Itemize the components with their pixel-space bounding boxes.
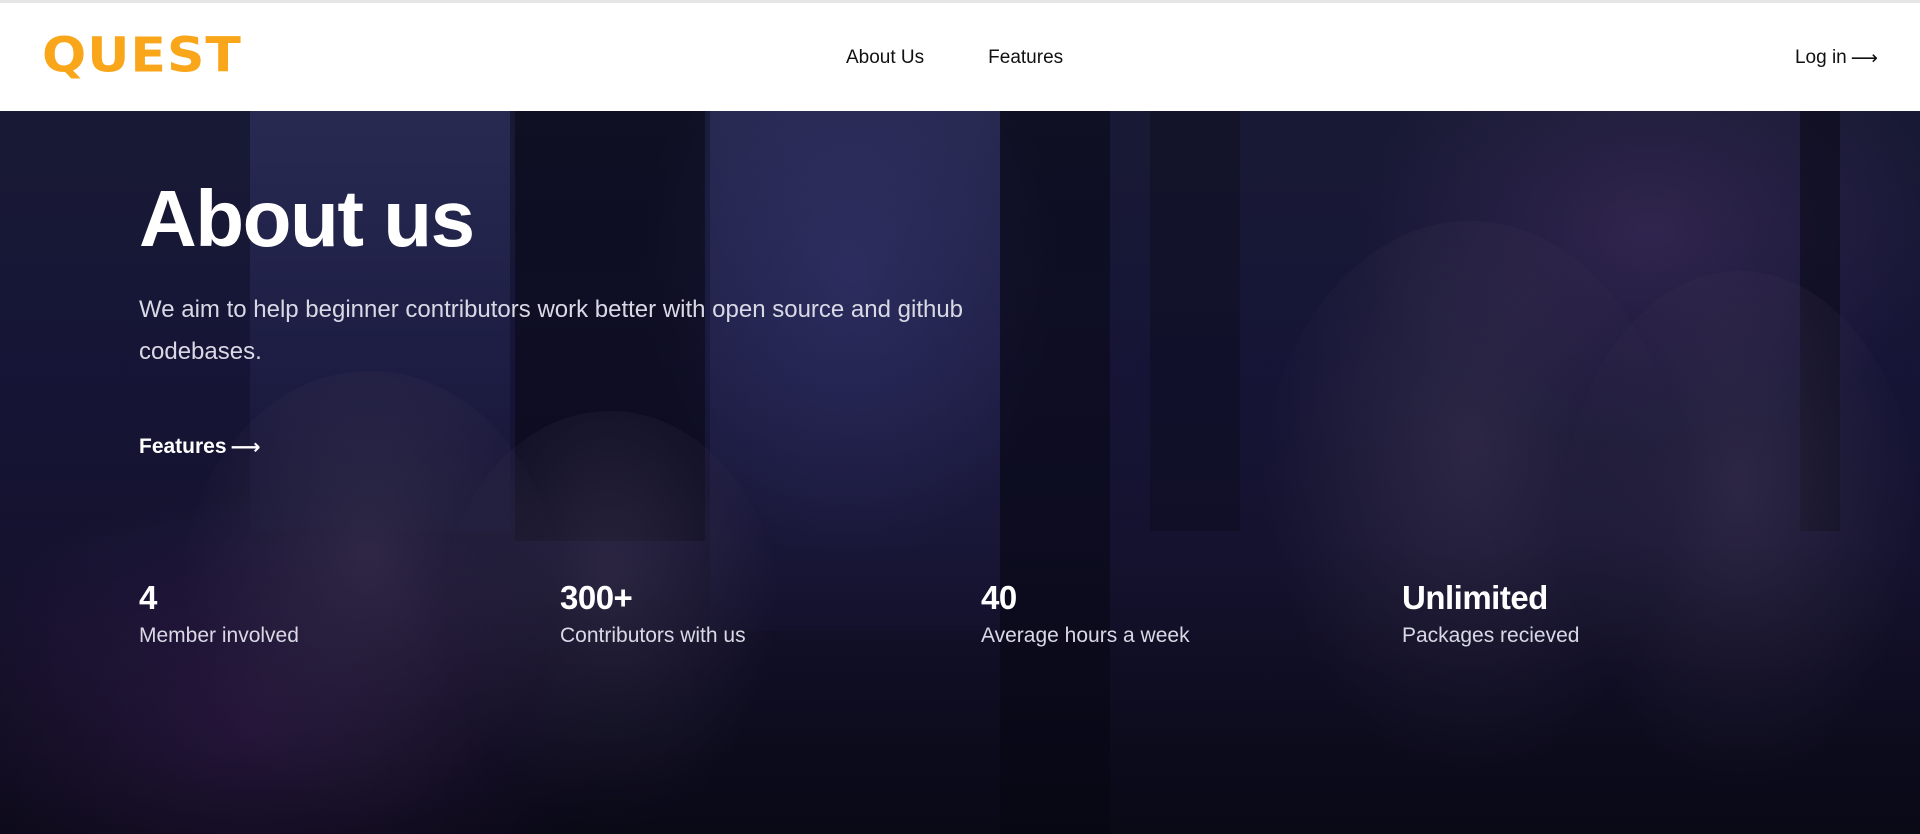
main-nav: About Us Features bbox=[846, 46, 1063, 70]
stat-label: Packages recieved bbox=[1402, 624, 1580, 647]
login-link[interactable]: Log in ⟶ bbox=[1795, 46, 1878, 70]
stat-contributors: 300+ Contributors with us bbox=[560, 579, 981, 649]
stat-hours: 40 Average hours a week bbox=[981, 579, 1402, 649]
stat-value: 4 bbox=[139, 579, 157, 616]
stat-value: 300+ bbox=[560, 579, 633, 616]
stat-value: Unlimited bbox=[1402, 579, 1548, 616]
features-link-label: Features bbox=[139, 435, 227, 458]
hero-description: We aim to help beginner contributors wor… bbox=[139, 296, 964, 365]
hero-section: About us We aim to help beginner contrib… bbox=[0, 111, 1920, 834]
page-title: About us bbox=[139, 174, 475, 263]
stat-packages: Unlimited Packages recieved bbox=[1402, 579, 1823, 649]
stats-row: 4 Member involved 300+ Contributors with… bbox=[139, 579, 1823, 649]
stat-value: 40 bbox=[981, 579, 1017, 616]
navbar: QUEST About Us Features Log in ⟶ bbox=[0, 3, 1920, 111]
stat-label: Average hours a week bbox=[981, 624, 1190, 647]
arrow-right-icon: ⟶ bbox=[230, 435, 261, 459]
features-link[interactable]: Features ⟶ bbox=[139, 435, 261, 459]
quest-logo[interactable]: QUEST bbox=[42, 31, 242, 81]
stat-label: Contributors with us bbox=[560, 624, 746, 647]
arrow-right-icon: ⟶ bbox=[1850, 47, 1878, 69]
stat-label: Member involved bbox=[139, 624, 299, 647]
stat-members: 4 Member involved bbox=[139, 579, 560, 649]
nav-link-features[interactable]: Features bbox=[988, 46, 1063, 70]
nav-link-about-us[interactable]: About Us bbox=[846, 46, 924, 70]
login-label: Log in bbox=[1794, 47, 1847, 68]
